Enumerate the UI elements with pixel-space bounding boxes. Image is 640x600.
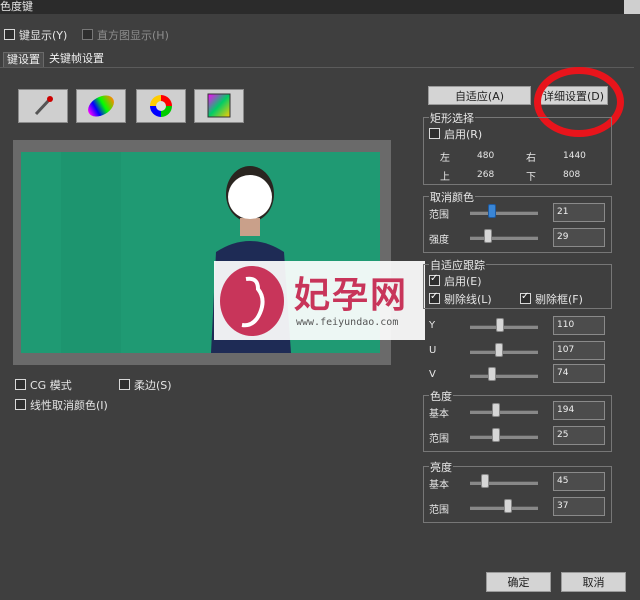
tab-divider — [0, 67, 634, 68]
adaptive-track-title: 自适应跟踪 — [429, 257, 486, 273]
hue-range-label: 范围 — [429, 434, 449, 445]
y-thumb[interactable] — [496, 318, 504, 332]
hue-base-thumb[interactable] — [492, 403, 500, 417]
cancel-range-label: 范围 — [429, 210, 449, 221]
histogram-checkbox[interactable]: 直方图显示(H) — [82, 27, 169, 43]
color-ellipse-button[interactable] — [76, 89, 126, 123]
cancel-button[interactable]: 取消 — [561, 572, 626, 592]
checkbox-icon — [82, 29, 93, 40]
color-square-icon — [207, 93, 231, 118]
hue-base-label: 基本 — [429, 409, 449, 420]
y-slider[interactable] — [470, 325, 538, 329]
checkbox-icon — [429, 128, 440, 139]
window-title: 色度键 — [0, 0, 33, 13]
checkbox-icon — [520, 291, 531, 304]
watermark-brand: 妃孕网 — [294, 275, 409, 316]
tab-key-settings[interactable]: 键设置 — [3, 52, 44, 67]
cancel-strength-thumb[interactable] — [484, 229, 492, 243]
watermark-logo-icon — [220, 266, 284, 336]
color-wheel-button[interactable] — [136, 89, 186, 123]
cancel-strength-input[interactable]: 29 — [553, 228, 605, 247]
close-button[interactable] — [624, 0, 640, 14]
brightness-range-label: 范围 — [429, 505, 449, 516]
brightness-base-input[interactable]: 45 — [553, 472, 605, 491]
rect-bottom-label: 下 — [526, 172, 536, 183]
cg-mode-checkbox[interactable]: CG 模式 — [15, 377, 72, 393]
color-square-button[interactable] — [194, 89, 244, 123]
watermark-url: www.feiyundao.com — [296, 317, 399, 328]
eyedropper-button[interactable] — [18, 89, 68, 123]
cancel-range-thumb[interactable] — [488, 204, 496, 218]
rect-select-title: 矩形选择 — [429, 110, 475, 126]
cancel-range-input[interactable]: 21 — [553, 203, 605, 222]
brightness-title: 亮度 — [429, 459, 453, 475]
adaptive-button[interactable]: 自适应(A) — [428, 86, 531, 105]
rect-right-value: 1440 — [563, 151, 586, 161]
hue-range-input[interactable]: 25 — [553, 426, 605, 445]
rect-enable-checkbox[interactable]: 启用(R) — [429, 126, 482, 142]
checkbox-icon — [4, 29, 15, 40]
v-thumb[interactable] — [488, 367, 496, 381]
ok-button[interactable]: 确定 — [486, 572, 551, 592]
brightness-base-thumb[interactable] — [481, 474, 489, 488]
u-input[interactable]: 107 — [553, 341, 605, 360]
u-slider[interactable] — [470, 350, 538, 354]
rect-bottom-value: 808 — [563, 170, 581, 180]
color-wheel-icon — [150, 95, 172, 117]
rect-top-value: 268 — [477, 170, 495, 180]
remove-line-checkbox[interactable]: 剔除线(L) — [429, 291, 492, 307]
eyedropper-icon — [34, 96, 53, 116]
remove-frame-checkbox[interactable]: 剔除框(F) — [520, 291, 583, 307]
soft-edge-checkbox[interactable]: 柔边(S) — [119, 377, 172, 393]
brightness-range-thumb[interactable] — [504, 499, 512, 513]
brightness-base-label: 基本 — [429, 480, 449, 491]
v-slider[interactable] — [470, 374, 538, 378]
cancel-color-title: 取消颜色 — [429, 189, 475, 205]
v-input[interactable]: 74 — [553, 364, 605, 383]
rect-top-label: 上 — [440, 172, 450, 183]
u-label: U — [429, 345, 437, 356]
hue-title: 色度 — [429, 388, 453, 404]
watermark: 妃孕网 www.feiyundao.com — [214, 261, 425, 340]
cancel-strength-slider[interactable] — [470, 236, 538, 240]
cancel-range-slider[interactable] — [470, 211, 538, 215]
y-input[interactable]: 110 — [553, 316, 605, 335]
rect-left-value: 480 — [477, 151, 495, 161]
title-bar: 色度键 — [0, 0, 640, 14]
tab-keyframe-settings[interactable]: 关键帧设置 — [46, 52, 107, 66]
rect-left-label: 左 — [440, 153, 450, 164]
key-display-checkbox[interactable]: 键显示(Y) — [4, 27, 67, 43]
track-enable-checkbox[interactable]: 启用(E) — [429, 273, 482, 289]
cancel-strength-label: 强度 — [429, 235, 449, 246]
checkbox-icon — [15, 379, 26, 390]
y-label: Y — [429, 320, 436, 331]
color-ellipse-icon — [88, 95, 114, 117]
checkbox-icon — [15, 399, 26, 410]
hue-range-thumb[interactable] — [492, 428, 500, 442]
hue-base-input[interactable]: 194 — [553, 401, 605, 420]
rect-right-label: 右 — [526, 153, 536, 164]
v-label: V — [429, 369, 436, 380]
linear-cancel-checkbox[interactable]: 线性取消颜色(I) — [15, 397, 108, 413]
checkbox-icon — [119, 379, 130, 390]
checkbox-icon — [429, 273, 440, 286]
hue-base-slider[interactable] — [470, 410, 538, 414]
hue-range-slider[interactable] — [470, 435, 538, 439]
u-thumb[interactable] — [495, 343, 503, 357]
brightness-range-input[interactable]: 37 — [553, 497, 605, 516]
checkbox-icon — [429, 291, 440, 304]
